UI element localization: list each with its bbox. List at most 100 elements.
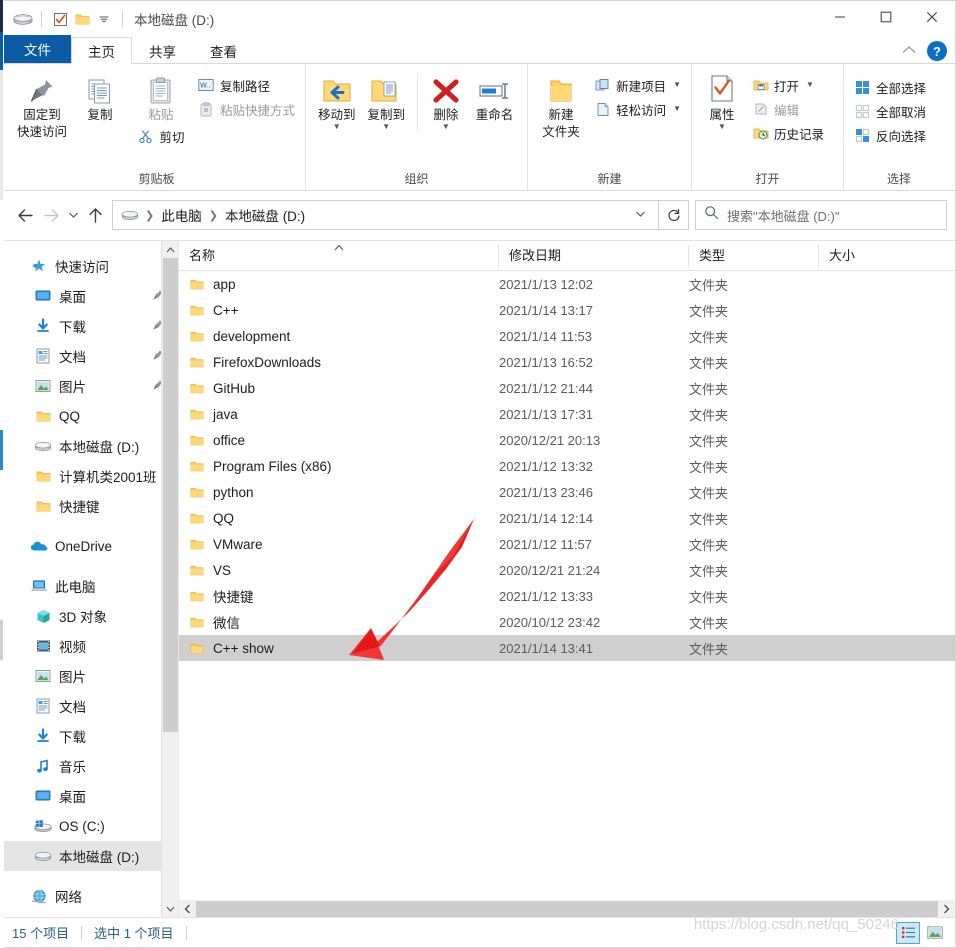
table-row[interactable]: python 2021/1/13 23:46 文件夹 (179, 479, 955, 505)
drive-icon[interactable] (12, 8, 34, 30)
move-to-caret-icon[interactable]: ▼ (333, 123, 341, 131)
tab-file[interactable]: 文件 (4, 35, 71, 63)
sidebar-item-downloads-qa[interactable]: 下载 (4, 311, 178, 341)
new-item-button[interactable]: 新建项目 ▼ (590, 74, 685, 96)
delete-caret-icon[interactable]: ▼ (442, 123, 450, 131)
sidebar-item-local-disk-d[interactable]: 本地磁盘 (D:) (4, 841, 178, 871)
new-folder-button[interactable]: 新建 文件夹 (534, 70, 588, 140)
breadcrumb-this-pc[interactable]: 此电脑 (158, 205, 205, 225)
breadcrumb-local-disk-d[interactable]: 本地磁盘 (D:) (222, 205, 308, 225)
up-button[interactable] (82, 200, 108, 230)
sidebar-item-qq[interactable]: QQ (4, 401, 178, 431)
scroll-down-button[interactable] (162, 900, 178, 917)
sidebar-item-onedrive[interactable]: OneDrive (4, 531, 178, 561)
properties-checkbox-icon[interactable] (49, 8, 71, 30)
table-row[interactable]: 微信 2020/10/12 23:42 文件夹 (179, 609, 955, 635)
copy-to-button[interactable]: 复制到 ▼ (361, 70, 410, 131)
sidebar-item-videos[interactable]: 视频 (4, 631, 178, 661)
horizontal-scrollbar[interactable] (179, 900, 955, 917)
new-item-caret-icon[interactable]: ▼ (673, 81, 681, 89)
select-all-button[interactable]: 全部选择 (850, 76, 930, 98)
table-row[interactable]: FirefoxDownloads 2021/1/13 16:52 文件夹 (179, 349, 955, 375)
address-dropdown-icon[interactable] (629, 209, 652, 221)
history-button[interactable]: 历史记录 (748, 122, 828, 144)
table-row[interactable]: 快捷键 2021/1/12 13:33 文件夹 (179, 583, 955, 609)
sidebar-item-music[interactable]: 音乐 (4, 751, 178, 781)
sidebar-item-downloads[interactable]: 下载 (4, 721, 178, 751)
minimize-button[interactable] (817, 1, 863, 33)
forward-button[interactable] (38, 200, 64, 230)
sidebar-item-desktop[interactable]: 桌面 (4, 781, 178, 811)
breadcrumb-separator-1[interactable]: ❯ (205, 209, 222, 222)
sidebar-item-local-disk-d-qa[interactable]: 本地磁盘 (D:) (4, 431, 178, 461)
column-header-type[interactable]: 类型 (689, 244, 819, 267)
hscroll-left-button[interactable] (179, 900, 196, 917)
open-button[interactable]: 打开 ▼ (748, 74, 828, 96)
sidebar-item-class-folder[interactable]: 计算机类2001班 (4, 461, 178, 491)
table-row[interactable]: VS 2020/12/21 21:24 文件夹 (179, 557, 955, 583)
search-input[interactable]: 搜索"本地磁盘 (D:)" (695, 200, 947, 230)
properties-caret-icon[interactable]: ▼ (718, 123, 726, 131)
sidebar-item-3d-objects[interactable]: 3D 对象 (4, 601, 178, 631)
sidebar-item-os-c[interactable]: OS (C:) (4, 811, 178, 841)
table-row[interactable]: VMware 2021/1/12 11:57 文件夹 (179, 531, 955, 557)
sidebar-item-network[interactable]: 网络 (4, 881, 178, 911)
refresh-button[interactable] (659, 200, 689, 230)
table-row[interactable]: java 2021/1/13 17:31 文件夹 (179, 401, 955, 427)
recent-locations-button[interactable] (64, 200, 82, 230)
sidebar-item-this-pc[interactable]: 此电脑 (4, 571, 178, 601)
customize-chevron-icon[interactable] (93, 8, 115, 30)
sidebar-item-quick-access[interactable]: 快速访问 (4, 251, 178, 281)
delete-button[interactable]: 删除 ▼ (424, 70, 468, 131)
address-bar[interactable]: ❯ 此电脑 ❯ 本地磁盘 (D:) (112, 200, 659, 230)
hscroll-thumb[interactable] (196, 901, 938, 917)
properties-button[interactable]: 属性 ▼ (698, 70, 746, 131)
sidebar-item-shortcuts[interactable]: 快捷键 (4, 491, 178, 521)
nav-pane-scrollbar[interactable] (161, 241, 178, 917)
tab-share[interactable]: 共享 (132, 37, 193, 64)
paste-shortcut-button[interactable]: 粘贴快捷方式 (194, 98, 299, 120)
column-header-size[interactable]: 大小 (819, 245, 939, 267)
sidebar-item-documents-qa[interactable]: 文档 (4, 341, 178, 371)
back-button[interactable] (12, 200, 38, 230)
open-caret-icon[interactable]: ▼ (806, 81, 814, 89)
table-row[interactable]: C++ 2021/1/14 13:17 文件夹 (179, 297, 955, 323)
copy-button[interactable]: 复制 (72, 70, 128, 123)
table-row[interactable]: office 2020/12/21 20:13 文件夹 (179, 427, 955, 453)
sidebar-item-pictures-qa[interactable]: 图片 (4, 371, 178, 401)
chevron-up-icon[interactable] (901, 42, 917, 60)
table-row[interactable]: QQ 2021/1/14 12:14 文件夹 (179, 505, 955, 531)
tab-home[interactable]: 主页 (71, 37, 132, 64)
hscroll-right-button[interactable] (938, 900, 955, 917)
easy-access-button[interactable]: 轻松访问 ▼ (590, 98, 685, 120)
pin-to-quick-access-button[interactable]: 固定到 快速访问 (14, 70, 70, 140)
table-row[interactable]: GitHub 2021/1/12 21:44 文件夹 (179, 375, 955, 401)
select-none-button[interactable]: 全部取消 (850, 100, 930, 122)
nav-scrollbar-thumb[interactable] (163, 258, 178, 732)
easy-access-caret-icon[interactable]: ▼ (673, 105, 681, 113)
sidebar-item-pictures[interactable]: 图片 (4, 661, 178, 691)
move-to-button[interactable]: 移动到 ▼ (312, 70, 361, 131)
paste-button[interactable]: 粘贴 (130, 70, 192, 123)
scroll-up-button[interactable] (162, 241, 178, 258)
copy-path-button[interactable]: W.. 复制路径 (194, 74, 299, 96)
invert-selection-button[interactable]: 反向选择 (850, 124, 930, 146)
sidebar-item-desktop-qa[interactable]: 桌面 (4, 281, 178, 311)
copy-to-caret-icon[interactable]: ▼ (382, 123, 390, 131)
details-view-button[interactable] (896, 921, 920, 944)
tab-view[interactable]: 查看 (193, 37, 254, 64)
edit-button[interactable]: 编辑 (748, 98, 828, 120)
table-row[interactable]: C++ show 2021/1/14 13:41 文件夹 (179, 635, 955, 661)
rename-button[interactable]: 重命名 (468, 70, 521, 123)
maximize-button[interactable] (863, 1, 909, 33)
sidebar-item-documents[interactable]: 文档 (4, 691, 178, 721)
column-header-date[interactable]: 修改日期 (499, 244, 689, 267)
table-row[interactable]: development 2021/1/14 11:53 文件夹 (179, 323, 955, 349)
new-folder-icon[interactable] (71, 8, 93, 30)
column-header-name[interactable]: 名称 (179, 244, 499, 267)
large-icons-view-button[interactable] (923, 922, 947, 944)
table-row[interactable]: app 2021/1/13 12:02 文件夹 (179, 271, 955, 297)
help-button[interactable]: ? (927, 41, 947, 61)
cut-button[interactable]: 剪切 (133, 125, 188, 147)
table-row[interactable]: Program Files (x86) 2021/1/12 13:32 文件夹 (179, 453, 955, 479)
